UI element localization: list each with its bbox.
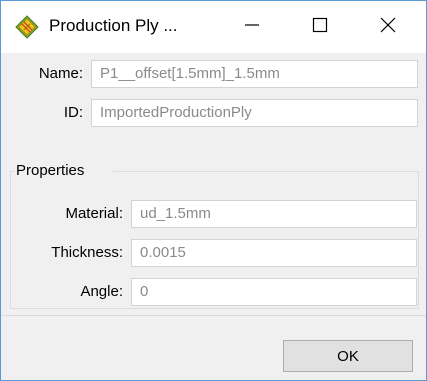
thickness-field[interactable]: 0.0015 — [131, 239, 417, 267]
angle-field[interactable]: 0 — [131, 278, 417, 306]
minimize-button[interactable] — [222, 1, 282, 53]
id-label: ID: — [63, 104, 83, 121]
properties-group-title: Properties — [16, 161, 88, 181]
angle-label: Angle: — [80, 283, 123, 300]
maximize-button[interactable] — [290, 1, 350, 53]
close-icon — [380, 17, 396, 38]
name-label: Name: — [38, 65, 83, 82]
maximize-icon — [312, 17, 328, 38]
material-field[interactable]: ud_1.5mm — [131, 200, 417, 228]
minimize-icon — [244, 17, 260, 38]
dialog-window: Production Ply ... Name: P1__offset[1.5m… — [0, 0, 427, 381]
material-label: Material: — [65, 205, 123, 222]
name-field[interactable]: P1__offset[1.5mm]_1.5mm — [91, 60, 418, 88]
ok-button[interactable]: OK — [283, 340, 413, 372]
dialog-body: Name: P1__offset[1.5mm]_1.5mm ID: Import… — [1, 53, 426, 380]
title-bar[interactable]: Production Ply ... — [1, 1, 426, 53]
footer-divider — [1, 315, 426, 316]
production-ply-icon — [15, 15, 39, 39]
thickness-label: Thickness: — [51, 244, 123, 261]
id-field[interactable]: ImportedProductionPly — [91, 99, 418, 127]
window-title: Production Ply ... — [49, 16, 178, 35]
close-button[interactable] — [358, 1, 418, 53]
